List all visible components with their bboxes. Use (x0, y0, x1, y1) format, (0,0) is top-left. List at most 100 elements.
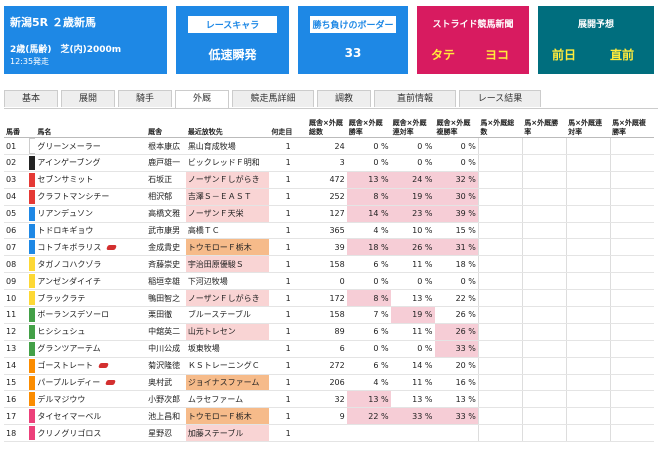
trainer-name: 相沢郁 (146, 188, 186, 206)
horse-name-text[interactable]: クラフトマンシチー (37, 192, 109, 201)
horse-name[interactable]: タガノコハクゾラ (35, 255, 147, 274)
horse-name[interactable]: タイセイマーベル (35, 407, 147, 426)
stable-facility-place3: 33 % (434, 407, 479, 426)
horse-name-text[interactable]: グリーンメーラー (37, 142, 100, 151)
horse-number: 16 (4, 390, 27, 409)
waku-color-bar (26, 390, 36, 409)
horse-name[interactable]: デルマジウウ (35, 390, 147, 409)
horse-name[interactable]: コトブキボラリス (35, 238, 147, 257)
horse-name[interactable]: クリノグリゴロス (35, 424, 147, 443)
race-count: 1 (269, 390, 308, 409)
horse-name-text[interactable]: ブラックラテ (37, 294, 85, 303)
horse-name-text[interactable]: コトブキボラリス (37, 243, 101, 252)
horse-name[interactable]: グランツアーテム (35, 340, 147, 358)
stable-facility-win: 8 % (346, 289, 391, 308)
horse-name-text[interactable]: ボーランスデソーロ (37, 310, 109, 319)
horse-facility-h-place3 (609, 289, 654, 308)
horse-name[interactable]: ヒシシュシュ (35, 323, 147, 341)
stride-label: ストライド競馬新聞 (432, 20, 514, 30)
horse-facility-h-win (521, 154, 567, 172)
horse-name-text[interactable]: トドロキギョウ (37, 226, 93, 235)
horse-name-text[interactable]: タガノコハクゾラ (37, 260, 101, 269)
horse-facility-h-runs (477, 205, 523, 223)
race-count: 1 (269, 255, 308, 274)
horse-name[interactable]: リアンデュソン (35, 205, 147, 223)
horse-facility-h-win (521, 407, 567, 426)
horse-name[interactable]: ボーランスデソーロ (35, 306, 147, 324)
stable-facility-place3: 13 % (434, 390, 479, 409)
horse-name[interactable]: アインゲーブング (35, 154, 147, 172)
horse-name[interactable]: ブラックラテ (35, 289, 147, 308)
horse-facility-h-place3 (609, 306, 654, 324)
horse-name-text[interactable]: アンゼンダイイチ (37, 277, 101, 286)
race-count: 1 (269, 171, 308, 189)
forecast-just-before-link[interactable]: 直前 (610, 46, 634, 63)
horse-facility-h-runs (477, 374, 523, 392)
waku-color-bar (26, 255, 36, 274)
stable-facility-place2: 26 % (390, 238, 435, 257)
facility-name: ジョイナスファーム (185, 374, 270, 392)
trainer-name: 高橋文雅 (146, 205, 186, 223)
horse-name-text[interactable]: アインゲーブング (37, 158, 100, 167)
stable-facility-place3: 16 % (434, 374, 479, 392)
col-h-win: 馬×外厩勝率 (522, 111, 567, 138)
border-label: 勝ち負けのボーダー (310, 16, 396, 33)
waku-color-swatch (28, 409, 35, 424)
stable-facility-place3: 26 % (434, 323, 479, 341)
horse-name[interactable]: トドロキギョウ (35, 222, 147, 240)
stable-facility-runs: 0 (307, 272, 347, 291)
horse-number: 11 (4, 306, 27, 324)
tab-basic[interactable]: 基本 (4, 90, 58, 107)
forecast-previous-day-link[interactable]: 前日 (552, 46, 576, 63)
horse-facility-h-win (521, 255, 567, 274)
stable-facility-place2: 13 % (390, 390, 435, 409)
horse-name[interactable]: アンゼンダイイチ (35, 272, 147, 291)
tab-horse-detail[interactable]: 競走馬詳細 (232, 90, 314, 107)
horse-facility-h-place3 (609, 374, 654, 392)
table-header-row: 馬番 馬名 厩舎 最近放牧先 何走目 厩舎×外厩総数 厩舎×外厩勝率 厩舎×外厩… (4, 111, 654, 138)
horse-facility-h-place2 (565, 407, 611, 426)
trainer-name: 金成貴史 (146, 238, 186, 257)
stable-facility-place3: 18 % (434, 255, 479, 274)
tab-jockey[interactable]: 騎手 (118, 90, 172, 107)
tab-race-result[interactable]: レース結果 (459, 90, 541, 107)
horse-name-text[interactable]: セブンサミット (37, 175, 93, 184)
horse-name-text[interactable]: パープルレディー (37, 378, 100, 387)
horse-number: 12 (4, 323, 27, 341)
stride-yoko-link[interactable]: ヨコ (485, 46, 509, 63)
horse-name[interactable]: ゴーストレート (35, 357, 147, 375)
waku-color-bar (26, 205, 36, 223)
horse-name-text[interactable]: デルマジウウ (37, 395, 85, 404)
stable-facility-win: 13 % (346, 390, 391, 409)
horse-name[interactable]: セブンサミット (35, 171, 147, 189)
col-win: 厩舎×外厩勝率 (346, 111, 391, 138)
horse-name[interactable]: パープルレディー (35, 374, 147, 392)
horse-name-text[interactable]: リアンデュソン (37, 209, 93, 218)
race-count: 1 (269, 407, 308, 426)
tab-tenkai[interactable]: 展開 (61, 90, 115, 107)
tab-prerace-info[interactable]: 直前情報 (374, 90, 456, 107)
horse-facility-h-runs (477, 154, 523, 172)
facility-name: ビックレッドＦ明和 (185, 154, 270, 172)
race-count: 1 (269, 289, 308, 308)
stable-facility-win: 0 % (346, 340, 391, 358)
horse-facility-h-place3 (609, 357, 654, 375)
horse-name-text[interactable]: ヒシシュシュ (37, 327, 85, 336)
horse-name-text[interactable]: タイセイマーベル (37, 412, 101, 421)
stable-facility-win: 0 % (346, 154, 391, 172)
horse-name-text[interactable]: クリノグリゴロス (37, 429, 101, 438)
horse-name[interactable]: クラフトマンシチー (35, 188, 147, 206)
stride-tate-link[interactable]: タテ (431, 46, 455, 63)
race-count: 1 (269, 238, 308, 257)
horse-name[interactable]: グリーンメーラー (35, 137, 147, 155)
stable-facility-runs (307, 424, 347, 443)
tab-training[interactable]: 調教 (317, 90, 371, 107)
horse-facility-h-win (521, 374, 567, 392)
stable-facility-place2: 10 % (390, 222, 435, 240)
horse-facility-h-runs (477, 289, 523, 308)
horse-facility-h-place2 (565, 205, 611, 223)
waku-color-swatch (28, 341, 35, 356)
horse-name-text[interactable]: グランツアーテム (37, 344, 100, 353)
horse-name-text[interactable]: ゴーストレート (37, 361, 93, 370)
tab-gaikyu[interactable]: 外厩 (175, 90, 229, 108)
